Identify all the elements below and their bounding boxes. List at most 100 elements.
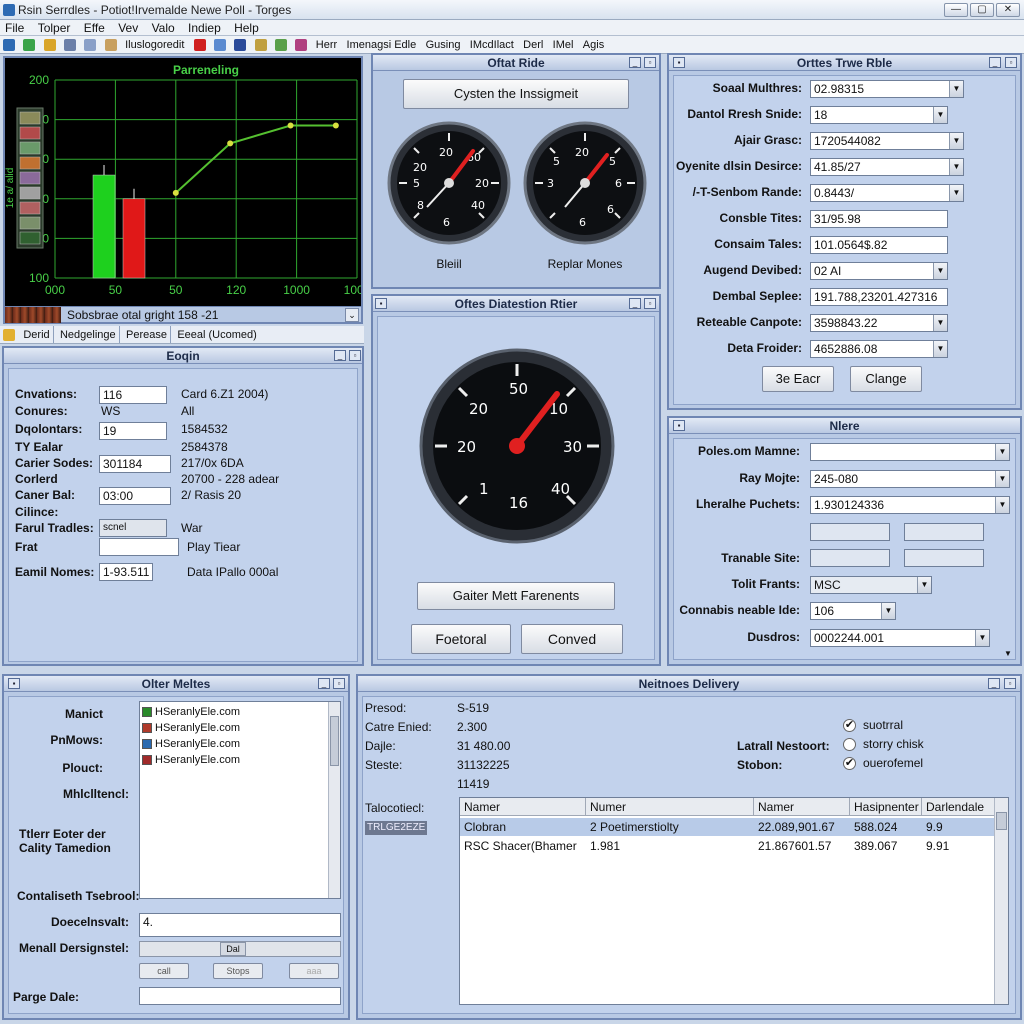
nlere-input-5a[interactable] xyxy=(810,549,890,567)
site-list-scroll-thumb[interactable] xyxy=(330,716,339,766)
page-date-input[interactable] xyxy=(139,987,341,1005)
folder-icon[interactable] xyxy=(43,39,56,51)
column-header-4[interactable]: Hasipnenter xyxy=(850,798,922,816)
edit-icon[interactable] xyxy=(254,39,267,51)
begin-input-11[interactable]: 1-93.511 xyxy=(99,563,153,581)
settings-input-3[interactable]: 1720544082 ▼ xyxy=(810,132,964,150)
menu-vev[interactable]: Vev xyxy=(113,20,143,36)
nlere-input-1[interactable]: ▼ xyxy=(810,443,1010,461)
menu-file[interactable]: File xyxy=(0,20,29,36)
begin-input-7[interactable]: 03:00 xyxy=(99,487,171,505)
settings-input-2[interactable]: 18 ▼ xyxy=(810,106,948,124)
nlere-input-4b[interactable] xyxy=(904,523,984,541)
nlere-input-3[interactable]: 1.930124336 ▼ xyxy=(810,496,1010,514)
nlere-input-6[interactable]: MSC ▼ xyxy=(810,576,932,594)
settings-button-1[interactable]: 3e Eacr xyxy=(762,366,834,392)
settings-input-8[interactable]: 02 AI ▼ xyxy=(810,262,948,280)
column-header-5[interactable]: Darlendale xyxy=(922,798,996,816)
gaiter-button[interactable]: Gaiter Mett Farenents xyxy=(417,582,615,610)
site-list-item[interactable]: HSeranlyEle.com xyxy=(142,720,240,735)
save-icon[interactable] xyxy=(64,39,77,51)
settings-button-2[interactable]: Clange xyxy=(850,366,922,392)
legend-tab-4[interactable]: Eeeal (Ucomed) xyxy=(174,326,259,343)
option-radio-3[interactable]: ✔ xyxy=(843,757,856,770)
settings-input-9[interactable]: 191.788,23201.427316 xyxy=(810,288,948,306)
toolbar-label-5[interactable]: IMcdIlact xyxy=(467,36,517,53)
toolbar-label-3[interactable]: Imenagsi Edle xyxy=(344,36,420,53)
foetoral-button[interactable]: Foetoral xyxy=(411,624,511,654)
settings-input-7[interactable]: 101.0564$.82 xyxy=(810,236,948,254)
other-minimize-button[interactable]: _ xyxy=(318,678,330,689)
call-button[interactable]: call xyxy=(139,963,189,979)
toolbar-label-1[interactable]: Iluslogoredit xyxy=(122,36,187,53)
option-radio-2[interactable] xyxy=(843,738,856,751)
legend-tab-2[interactable]: Nedgelinge xyxy=(57,326,120,343)
design-slider[interactable]: Dal xyxy=(139,941,341,957)
site-listbox[interactable]: HSeranlyEle.com HSeranlyEle.com HSeranlyEl… xyxy=(139,701,341,899)
chevron-down-icon[interactable]: ▼ xyxy=(933,315,947,331)
chevron-down-icon[interactable]: ▼ xyxy=(933,341,947,357)
delivery-minimize-button[interactable]: _ xyxy=(988,678,1000,689)
cut-icon[interactable] xyxy=(104,39,117,51)
site-list-item[interactable]: HSeranlyEle.com xyxy=(142,736,240,751)
chart-status-button[interactable]: ⌄ xyxy=(345,308,359,322)
site-list-scrollbar[interactable] xyxy=(328,702,340,898)
settings-input-10[interactable]: 3598843.22 ▼ xyxy=(810,314,948,332)
copy-icon[interactable] xyxy=(84,39,97,51)
nlere-input-8[interactable]: 0002244.001 ▼ xyxy=(810,629,990,647)
delete-icon[interactable] xyxy=(193,39,206,51)
column-header-2[interactable]: Numer xyxy=(586,798,754,816)
chevron-down-icon[interactable]: ▼ xyxy=(933,107,947,123)
option-radio-1[interactable]: ✔ xyxy=(843,719,856,732)
menu-help[interactable]: Help xyxy=(229,20,264,36)
nlere-input-2[interactable]: 245-080 ▼ xyxy=(810,470,1010,488)
toolbar-label-6[interactable]: Derl xyxy=(520,36,546,53)
begin-input-9[interactable]: scnel xyxy=(99,519,167,537)
delivery-table-scrollbar[interactable] xyxy=(994,798,1008,1004)
stops-button[interactable]: Stops xyxy=(213,963,263,979)
menu-tolper[interactable]: Tolper xyxy=(33,20,76,36)
settings-input-11[interactable]: 4652886.08 ▼ xyxy=(810,340,948,358)
begin-input-5[interactable]: 301184 xyxy=(99,455,171,473)
delivery-table-scroll-thumb[interactable] xyxy=(996,812,1007,830)
menu-valo[interactable]: Valo xyxy=(147,20,180,36)
site-list-item[interactable]: HSeranlyEle.com xyxy=(142,704,240,719)
site-list-item[interactable]: HSeranlyEle.com xyxy=(142,752,240,767)
settings-input-1[interactable]: 02.98315 ▼ xyxy=(810,80,964,98)
begin-close-button[interactable]: ▫ xyxy=(349,350,361,361)
disabled-button[interactable]: aaa xyxy=(289,963,339,979)
nlere-input-4a[interactable] xyxy=(810,523,890,541)
menu-effe[interactable]: Effe xyxy=(79,20,110,36)
settings-input-4[interactable]: 41.85/27 ▼ xyxy=(810,158,964,176)
chevron-down-icon[interactable]: ▼ xyxy=(949,159,963,175)
toolbar-label-7[interactable]: IMel xyxy=(550,36,577,53)
minimize-button[interactable]: — xyxy=(944,3,968,17)
chevron-down-icon[interactable]: ▼ xyxy=(949,185,963,201)
legend-tab-3[interactable]: Perease xyxy=(123,326,171,343)
dual-gauge-close-button[interactable]: ▫ xyxy=(644,57,656,68)
begin-input-1[interactable]: 116 xyxy=(99,386,167,404)
insight-button[interactable]: Cysten the Inssigmeit xyxy=(403,79,629,109)
main-gauge-close-button[interactable]: ▫ xyxy=(644,298,656,309)
conved-button[interactable]: Conved xyxy=(521,624,623,654)
begin-minimize-button[interactable]: _ xyxy=(334,350,346,361)
begin-input-10[interactable] xyxy=(99,538,179,556)
menu-indiep[interactable]: Indiep xyxy=(183,20,226,36)
delivery-close-button[interactable]: ▫ xyxy=(1004,678,1016,689)
globe-icon[interactable] xyxy=(214,39,227,51)
check-icon[interactable] xyxy=(275,39,288,51)
column-header-1[interactable]: Namer xyxy=(460,798,586,816)
column-header-3[interactable]: Namer xyxy=(754,798,850,816)
settings-icon[interactable] xyxy=(295,39,308,51)
design-slider-thumb[interactable]: Dal xyxy=(220,942,246,956)
chevron-down-icon[interactable]: ▼ xyxy=(949,81,963,97)
legend-tab-1[interactable]: Derid xyxy=(20,326,54,343)
settings-minimize-button[interactable]: _ xyxy=(989,57,1001,68)
toolbar-label-4[interactable]: Gusing xyxy=(423,36,464,53)
dual-gauge-minimize-button[interactable]: _ xyxy=(629,57,641,68)
back-icon[interactable] xyxy=(3,39,15,51)
begin-input-3[interactable]: 19 xyxy=(99,422,167,440)
settings-input-5[interactable]: 0.8443/▼ xyxy=(810,184,964,202)
chevron-down-icon[interactable]: ▼ xyxy=(949,133,963,149)
nlere-scroll-down-icon[interactable]: ▼ xyxy=(1004,649,1012,658)
